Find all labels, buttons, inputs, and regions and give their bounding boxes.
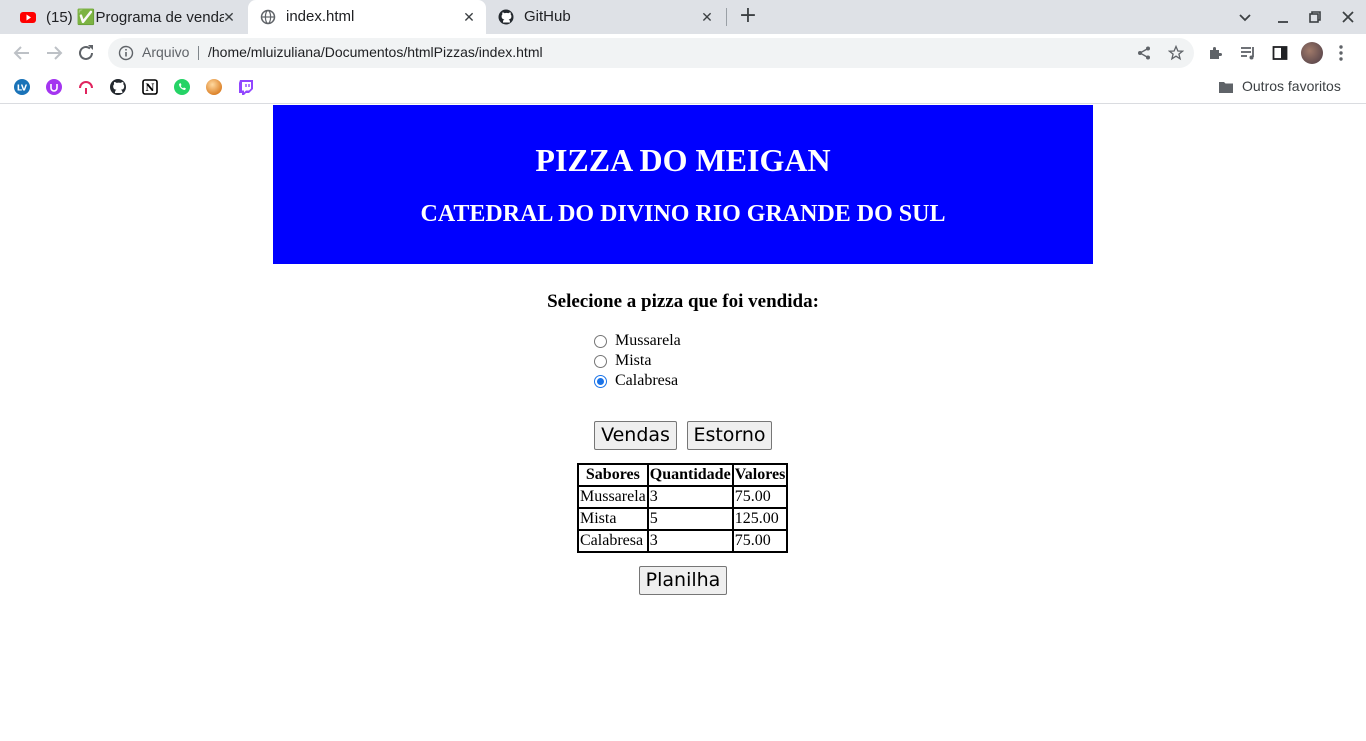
tab-strip: (15) ✅Programa de venda ✕ index.html ✕ G…	[0, 0, 1366, 34]
bookmark-star-icon[interactable]	[1168, 45, 1184, 61]
scheme-label: Arquivo	[142, 44, 190, 60]
github-icon[interactable]	[109, 78, 127, 96]
tab-github[interactable]: GitHub ✕	[486, 0, 724, 34]
profile-avatar[interactable]	[1301, 42, 1323, 64]
column-header: Valores	[732, 464, 788, 486]
tab-title: GitHub	[524, 8, 571, 25]
close-window-icon[interactable]	[1337, 6, 1359, 28]
table-row: Mussarela 3 75.00	[578, 486, 788, 508]
minimize-icon[interactable]	[1272, 6, 1294, 28]
page-viewport: PIZZA DO MEIGAN CATEDRAL DO DIVINO RIO G…	[0, 105, 1366, 741]
estorno-button[interactable]: Estorno	[687, 421, 772, 450]
close-tab-icon[interactable]: ✕	[460, 8, 478, 26]
omnibox-divider	[198, 46, 199, 60]
other-bookmarks-folder[interactable]: Outros favoritos	[1242, 78, 1341, 94]
pizza-radio-group: Mussarela Mista Calabresa	[593, 331, 681, 391]
extensions-icon[interactable]	[1207, 44, 1225, 62]
radio-option-mussarela[interactable]: Mussarela	[593, 331, 681, 351]
tab-youtube[interactable]: (15) ✅Programa de venda ✕	[8, 0, 246, 34]
radio-label: Mussarela	[615, 332, 681, 349]
vendas-button[interactable]: Vendas	[594, 421, 677, 450]
new-tab-button[interactable]: +	[737, 5, 759, 28]
address-bar[interactable]: Arquivo /home/mluizuliana/Documentos/htm…	[108, 38, 1194, 68]
twitch-icon[interactable]	[237, 78, 255, 96]
github-icon	[498, 9, 514, 25]
page-subtitle: CATEDRAL DO DIVINO RIO GRANDE DO SUL	[420, 201, 946, 227]
lv-icon[interactable]: LV	[13, 78, 31, 96]
table-cell: 3	[647, 486, 733, 508]
table-cell: 75.00	[732, 486, 788, 508]
udemy-icon[interactable]	[45, 78, 63, 96]
table-header-row: Sabores Quantidade Valores	[578, 464, 788, 486]
table-cell: Calabresa	[578, 530, 648, 552]
radio-option-calabresa[interactable]: Calabresa	[593, 371, 681, 391]
bookmarks-bar: LV N Outros favoritos	[0, 72, 1366, 104]
back-icon[interactable]	[10, 41, 34, 65]
table-cell: 5	[647, 508, 733, 530]
reading-list-icon[interactable]	[1239, 44, 1257, 62]
tab-search-icon[interactable]	[1234, 6, 1256, 28]
tab-title: (15) ✅Programa de venda	[46, 9, 224, 26]
reload-icon[interactable]	[74, 41, 98, 65]
folder-icon	[1219, 82, 1233, 93]
table-cell: 75.00	[732, 530, 788, 552]
close-tab-icon[interactable]: ✕	[698, 8, 716, 26]
whatsapp-icon[interactable]	[173, 78, 191, 96]
notion-icon[interactable]: N	[141, 78, 159, 96]
radio-button-checked[interactable]	[594, 374, 607, 388]
forward-icon[interactable]	[42, 41, 66, 65]
close-tab-icon[interactable]: ✕	[220, 8, 238, 26]
radio-button[interactable]	[594, 334, 607, 348]
column-header: Quantidade	[647, 464, 733, 486]
pizza-prompt: Selecione a pizza que foi vendida:	[547, 291, 819, 312]
restore-icon[interactable]	[1304, 6, 1326, 28]
radio-label: Calabresa	[615, 372, 679, 389]
share-icon[interactable]	[1136, 45, 1152, 61]
page-title: PIZZA DO MEIGAN	[535, 142, 831, 178]
column-header: Sabores	[578, 464, 648, 486]
table-cell: Mussarela	[578, 486, 648, 508]
header-banner: PIZZA DO MEIGAN CATEDRAL DO DIVINO RIO G…	[273, 105, 1093, 264]
url-text[interactable]: /home/mluizuliana/Documentos/htmlPizzas/…	[208, 44, 543, 60]
browser-toolbar: Arquivo /home/mluizuliana/Documentos/htm…	[0, 34, 1366, 72]
orange-ball-icon[interactable]	[205, 78, 223, 96]
tab-title: index.html	[286, 8, 355, 25]
radio-label: Mista	[615, 352, 652, 369]
radio-option-mista[interactable]: Mista	[593, 351, 681, 371]
side-panel-icon[interactable]	[1271, 44, 1289, 62]
app-icon[interactable]	[77, 78, 95, 96]
table-cell: 3	[647, 530, 733, 552]
table-row: Calabresa 3 75.00	[578, 530, 788, 552]
tab-divider	[726, 8, 727, 26]
radio-button[interactable]	[594, 354, 607, 368]
menu-kebab-icon[interactable]	[1334, 43, 1348, 63]
sales-table: Sabores Quantidade Valores Mussarela 3 7…	[577, 463, 789, 553]
tab-index[interactable]: index.html ✕	[248, 0, 486, 34]
svg-text:LV: LV	[17, 84, 28, 93]
table-row: Mista 5 125.00	[578, 508, 788, 530]
planilha-button[interactable]: Planilha	[639, 566, 727, 595]
youtube-icon	[20, 12, 36, 23]
svg-text:N: N	[145, 83, 154, 94]
table-cell: 125.00	[732, 508, 788, 530]
table-cell: Mista	[578, 508, 648, 530]
globe-icon	[260, 9, 276, 25]
info-icon[interactable]	[118, 45, 134, 61]
